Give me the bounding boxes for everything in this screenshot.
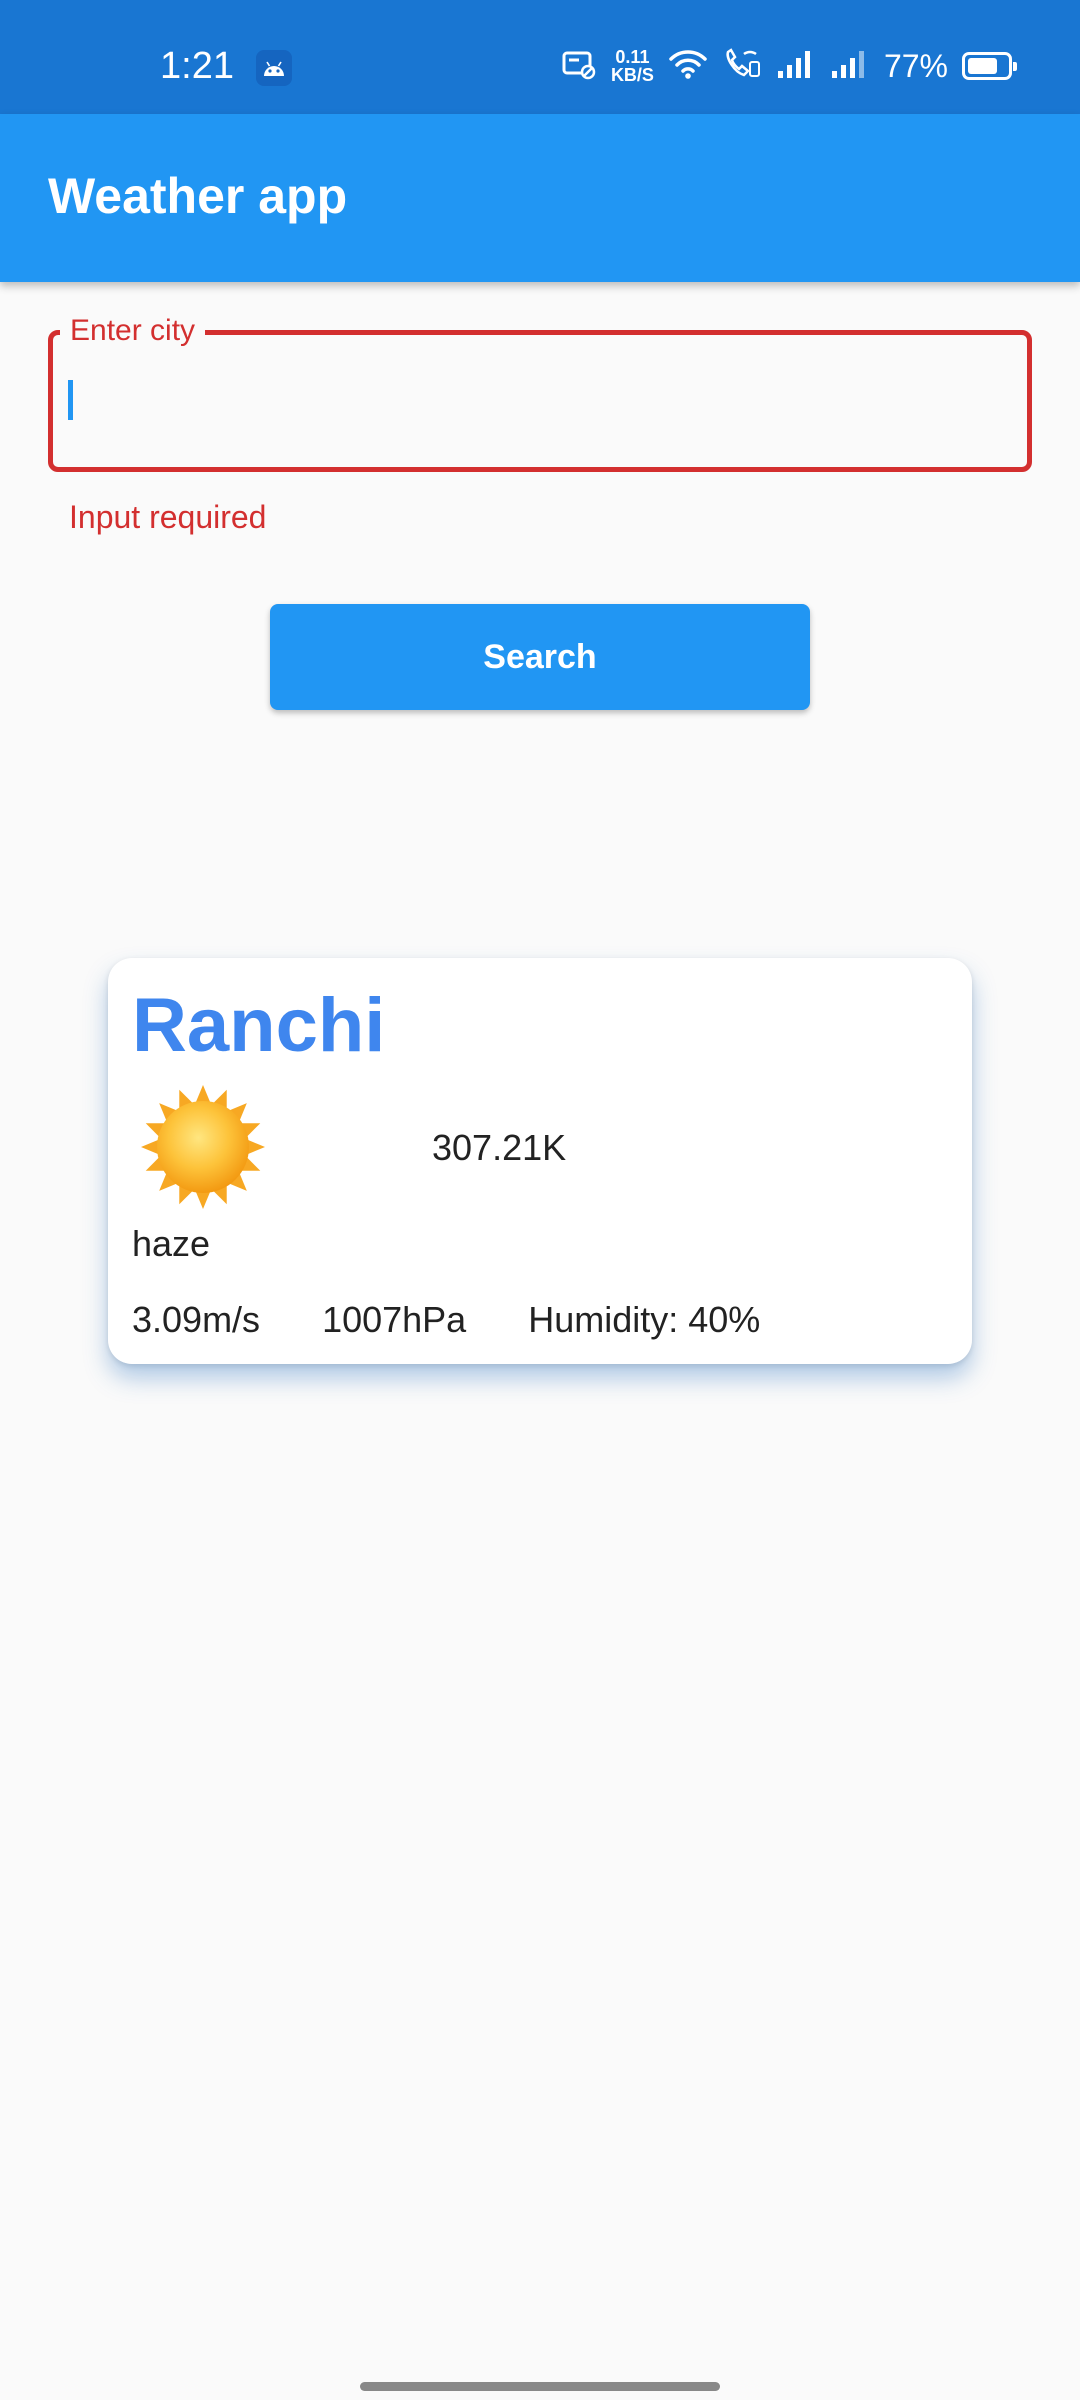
sun-ray bbox=[195, 1085, 211, 1104]
speed-value: 0.11 bbox=[615, 47, 650, 67]
sun-ray bbox=[141, 1139, 160, 1155]
sun-icon bbox=[138, 1082, 268, 1212]
weather-card: Ranchi 307.21K haze 3.09m/s 1007hPa Humi… bbox=[108, 958, 972, 1364]
text-cursor bbox=[68, 380, 73, 420]
humidity: Humidity: 40% bbox=[528, 1299, 761, 1340]
sun-ray bbox=[195, 1190, 211, 1209]
city-field-label: Enter city bbox=[60, 312, 206, 350]
network-speed: 0.11 KB/S bbox=[611, 48, 654, 84]
signal-icon bbox=[776, 49, 816, 84]
input-error-text: Input required bbox=[69, 499, 267, 535]
android-icon bbox=[256, 50, 292, 86]
status-time: 1:21 bbox=[160, 45, 234, 87]
home-indicator[interactable] bbox=[360, 2382, 720, 2391]
signal-icon bbox=[830, 49, 870, 84]
status-icons: 0.11 KB/S 77% bbox=[561, 44, 1017, 88]
battery-tip bbox=[1013, 62, 1017, 71]
page-title: Weather app bbox=[48, 168, 348, 224]
battery-percent: 77% bbox=[883, 47, 948, 84]
app-bar: Weather app bbox=[0, 114, 1080, 282]
wind-speed: 3.09m/s bbox=[132, 1299, 261, 1340]
wifi-icon bbox=[668, 48, 708, 85]
pressure: 1007hPa bbox=[322, 1299, 467, 1340]
status-bar: 1:21 0.11 KB/S 77% bbox=[0, 0, 1080, 114]
no-sim-notification-icon bbox=[561, 48, 597, 85]
weather-condition: haze bbox=[132, 1223, 211, 1264]
search-button[interactable]: Search bbox=[270, 604, 810, 710]
speed-unit: KB/S bbox=[610, 65, 654, 85]
city-input[interactable] bbox=[66, 360, 1010, 442]
wifi-call-icon bbox=[722, 47, 762, 85]
sun-ray bbox=[246, 1139, 265, 1155]
battery-icon bbox=[962, 52, 1017, 80]
battery-level bbox=[968, 58, 997, 74]
city-name: Ranchi bbox=[132, 983, 386, 1068]
weather-stats: 3.09m/s 1007hPa Humidity: 40% bbox=[132, 1298, 760, 1342]
temperature: 307.21K bbox=[432, 1127, 567, 1168]
